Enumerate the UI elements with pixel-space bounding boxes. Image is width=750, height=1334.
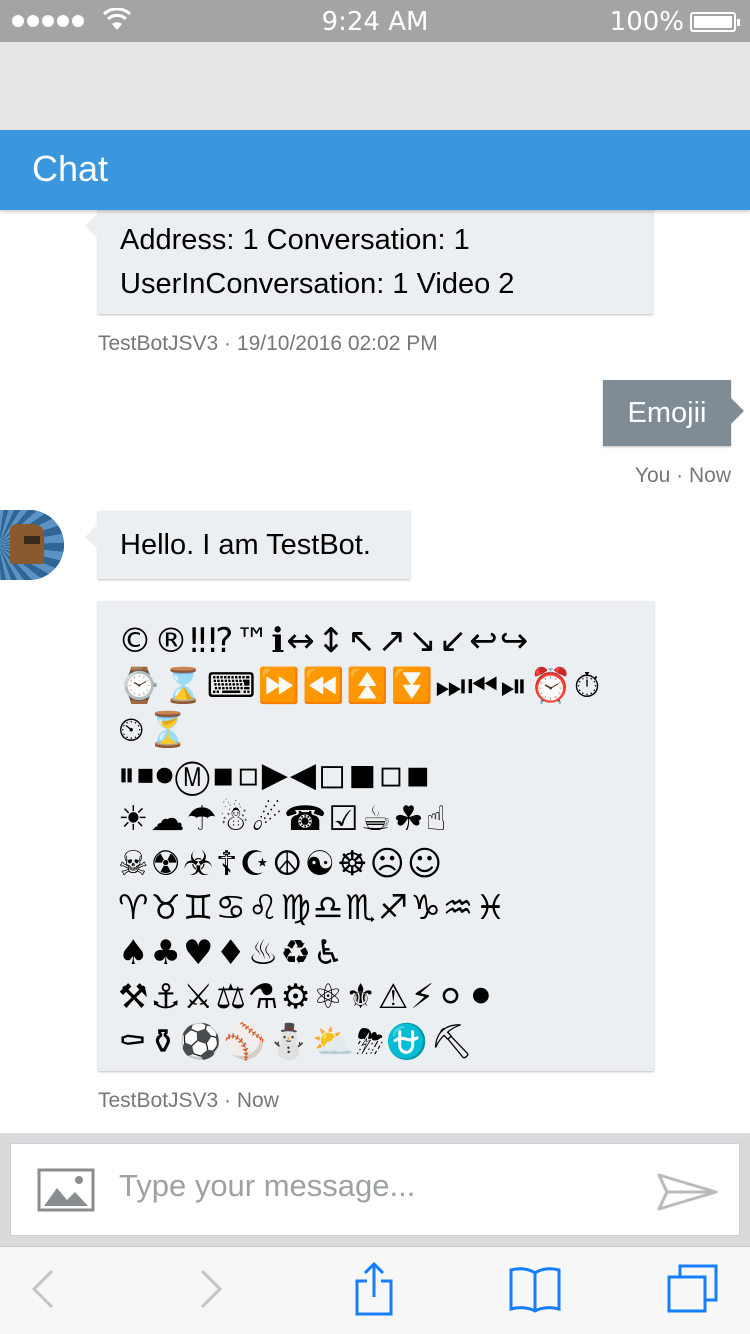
browser-address-area	[0, 42, 750, 130]
emoji-row: ☠☢☣☦☪☮☯☸☹☺	[118, 843, 445, 884]
message-meta: TestBotJSV3 · Now	[98, 1089, 279, 1112]
emoji-row: ♈♉♊♋♌♍♎♏♐♑♒♓	[118, 888, 508, 928]
emoji-row: ⏲⏳	[118, 710, 191, 750]
battery-icon	[690, 12, 740, 32]
message-meta: TestBotJSV3 · 19/10/2016 02:02 PM	[98, 332, 438, 355]
bot-avatar	[0, 510, 64, 580]
emoji-row: ⌚⌛⌨⏩⏪⏫⏬⏭⏮⏯⏰⏱	[118, 665, 603, 706]
message-line: Address: 1 Conversation: 1	[120, 224, 470, 256]
input-placeholder: Type your message...	[119, 1168, 416, 1203]
chat-header: Chat	[0, 130, 750, 210]
image-upload-icon[interactable]	[37, 1168, 95, 1212]
browser-toolbar	[0, 1246, 750, 1334]
emoji-row: ⚒⚓⚔⚖⚗⚙⚛⚜⚠⚡⚪⚫	[118, 977, 498, 1017]
battery-percentage: 100%	[609, 7, 684, 37]
chat-title: Chat	[32, 148, 109, 189]
emoji-row: ⚰⚱⚽⚾⛄⛅⛈⛎⛏	[118, 1021, 476, 1062]
tabs-icon[interactable]	[666, 1263, 720, 1315]
user-message: Emojii	[603, 380, 744, 446]
message-meta: You · Now	[634, 464, 731, 487]
status-bar: 9:24 AM 100%	[0, 0, 750, 42]
bot-emoji-message: ©®‼⁉™ℹ↔↕↖↗↘↙↩↪ ⌚⌛⌨⏩⏪⏫⏬⏭⏮⏯⏰⏱ ⏲⏳ ⏸⏹⏺Ⓜ▪▫▶◀◻…	[98, 601, 654, 1071]
message-input[interactable]: Type your message...	[10, 1143, 740, 1236]
message-line: UserInConversation: 1 Video 2	[120, 268, 515, 300]
back-chevron-icon[interactable]	[30, 1267, 56, 1311]
bot-message: Hello. I am TestBot.	[85, 511, 410, 579]
message-input-area: Type your message...	[0, 1133, 750, 1246]
emoji-row: ♠♣♥♦♨♻♿	[118, 932, 346, 973]
share-icon[interactable]	[354, 1261, 394, 1317]
forward-chevron-icon[interactable]	[198, 1267, 224, 1311]
emoji-row: ⏸⏹⏺Ⓜ▪▫▶◀◻◼◽◾	[118, 754, 433, 795]
bot-message: Address: 1 Conversation: 1 UserInConvers…	[85, 200, 653, 314]
send-icon[interactable]	[657, 1172, 719, 1212]
bookmarks-icon[interactable]	[508, 1265, 562, 1313]
emoji-row: ©®‼⁉™ℹ↔↕↖↗↘↙↩↪	[118, 621, 531, 661]
emoji-row: ☀☁☂☃☄☎☑☕☘☝	[118, 799, 449, 839]
